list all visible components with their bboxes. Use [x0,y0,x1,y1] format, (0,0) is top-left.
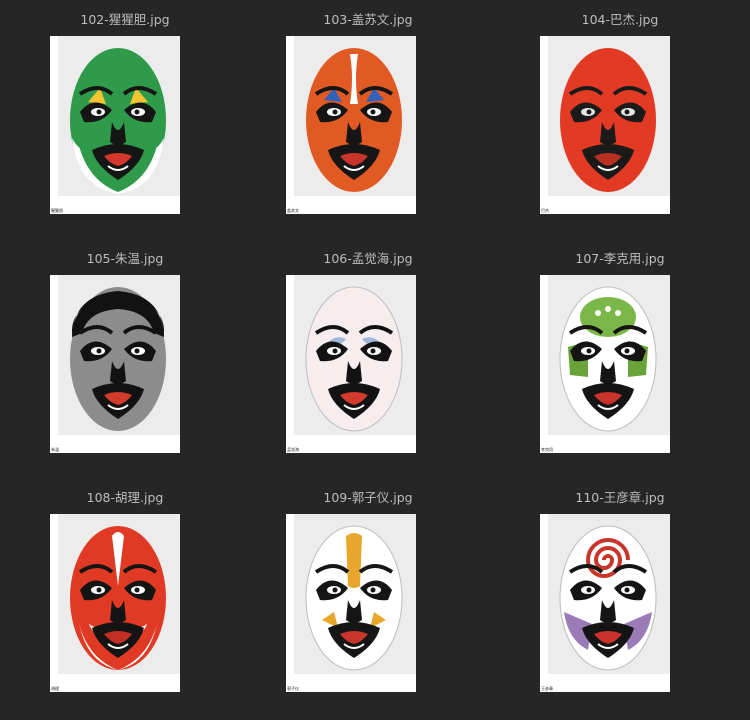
file-tile[interactable]: 104-巴杰.jpg 巴杰 [504,12,750,242]
file-tile[interactable]: 107-李克用.jpg 李克用 [504,251,750,481]
file-name[interactable]: 103-盖苏文.jpg [252,12,484,28]
image-thumbnail[interactable]: 王彦章 [540,514,670,692]
file-name[interactable]: 107-李克用.jpg [504,251,736,267]
image-thumbnail[interactable]: 李克用 [540,275,670,453]
file-tile[interactable]: 110-王彦章.jpg 王彦章 [504,490,750,720]
file-tile[interactable]: 108-胡理.jpg 胡理 [0,490,250,720]
file-name[interactable]: 108-胡理.jpg [0,490,250,506]
thumbnail-caption: 李克用 [541,447,553,452]
file-name[interactable]: 105-朱温.jpg [0,251,250,267]
file-name[interactable]: 110-王彦章.jpg [504,490,736,506]
thumbnail-caption: 郭子仪 [287,686,299,691]
file-name[interactable]: 104-巴杰.jpg [504,12,736,28]
image-thumbnail[interactable]: 朱温 [50,275,180,453]
image-thumbnail[interactable]: 巴杰 [540,36,670,214]
thumbnail-caption: 王彦章 [541,686,553,691]
file-tile[interactable]: 109-郭子仪.jpg 郭子仪 [252,490,502,720]
file-grid: 102-猩猩胆.jpg 猩猩胆 103-盖苏文.jpg 盖苏文 104-巴杰.j… [0,0,750,718]
thumbnail-caption: 孟觉海 [287,447,299,452]
file-name[interactable]: 102-猩猩胆.jpg [0,12,250,28]
file-tile[interactable]: 106-孟觉海.jpg 孟觉海 [252,251,502,481]
image-thumbnail[interactable]: 郭子仪 [286,514,416,692]
thumbnail-caption: 盖苏文 [287,208,299,213]
image-thumbnail[interactable]: 盖苏文 [286,36,416,214]
thumbnail-caption: 猩猩胆 [51,208,63,213]
thumbnail-caption: 胡理 [51,686,59,691]
file-tile[interactable]: 105-朱温.jpg 朱温 [0,251,250,481]
image-thumbnail[interactable]: 猩猩胆 [50,36,180,214]
file-name[interactable]: 106-孟觉海.jpg [252,251,484,267]
file-tile[interactable]: 102-猩猩胆.jpg 猩猩胆 [0,12,250,242]
file-name[interactable]: 109-郭子仪.jpg [252,490,484,506]
image-thumbnail[interactable]: 胡理 [50,514,180,692]
image-thumbnail[interactable]: 孟觉海 [286,275,416,453]
thumbnail-caption: 巴杰 [541,208,549,213]
file-tile[interactable]: 103-盖苏文.jpg 盖苏文 [252,12,502,242]
thumbnail-caption: 朱温 [51,447,59,452]
